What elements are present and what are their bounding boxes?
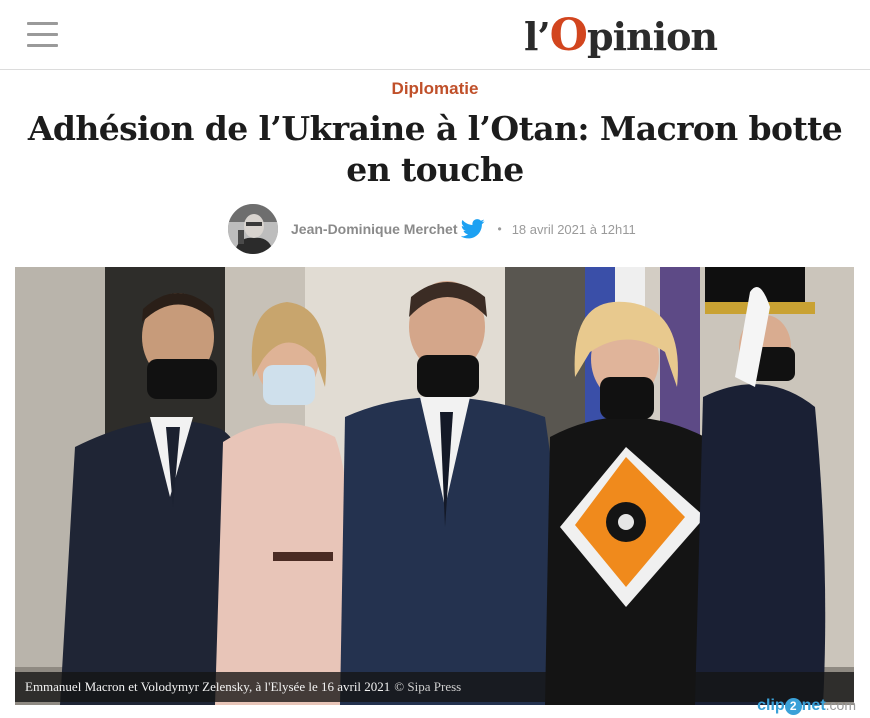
watermark-part1: clip bbox=[757, 697, 785, 714]
menu-bar bbox=[27, 33, 58, 36]
watermark-part3: net bbox=[801, 697, 826, 714]
author-avatar[interactable] bbox=[228, 204, 278, 254]
publish-date: 18 avril 2021 à 12h11 bbox=[511, 221, 636, 237]
menu-bar bbox=[27, 44, 58, 47]
article-byline: Jean-Dominique Merchet • 18 avril 2021 à… bbox=[228, 204, 636, 254]
clip2net-watermark: clip 2 net.com bbox=[757, 697, 856, 715]
hamburger-menu-icon[interactable] bbox=[27, 22, 58, 48]
byline-separator: • bbox=[497, 222, 502, 236]
logo-suffix: pinion bbox=[587, 14, 718, 59]
article-photo bbox=[15, 267, 854, 705]
logo-o: O bbox=[549, 10, 588, 61]
site-logo[interactable]: l’Opinion bbox=[524, 10, 718, 61]
photo-credit: © Sipa Press bbox=[394, 679, 462, 694]
photo-caption-bar: Emmanuel Macron et Volodymyr Zelensky, à… bbox=[15, 672, 854, 702]
photo-caption: Emmanuel Macron et Volodymyr Zelensky, à… bbox=[25, 679, 391, 694]
watermark-part4: .com bbox=[825, 697, 856, 713]
twitter-icon[interactable] bbox=[461, 219, 486, 239]
site-header: l’Opinion bbox=[0, 0, 870, 70]
menu-bar bbox=[27, 22, 58, 25]
author-name[interactable]: Jean-Dominique Merchet bbox=[291, 221, 457, 237]
article-category[interactable]: Diplomatie bbox=[0, 79, 870, 99]
article-title: Adhésion de l’Ukraine à l’Otan: Macron b… bbox=[27, 109, 843, 189]
logo-prefix: l’ bbox=[524, 14, 551, 59]
watermark-part2: 2 bbox=[784, 698, 802, 715]
